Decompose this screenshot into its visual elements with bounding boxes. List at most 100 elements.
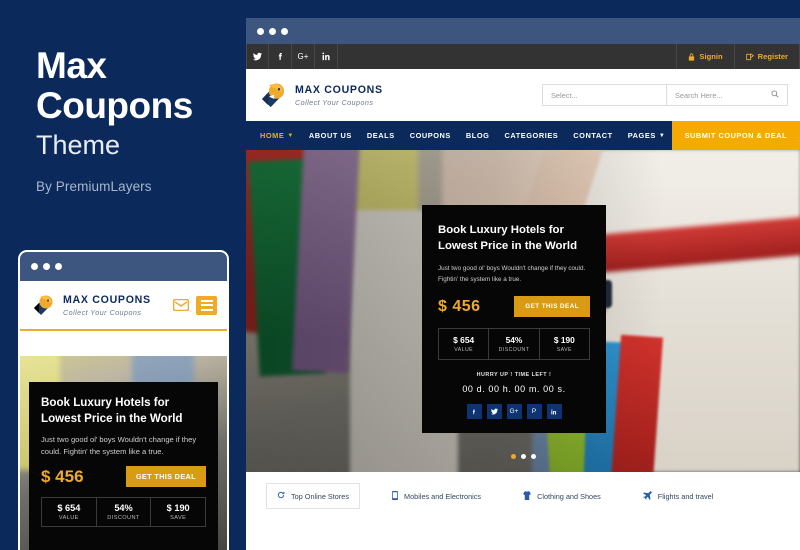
search-input-placeholder: Search Here... xyxy=(675,90,723,100)
facebook-icon[interactable] xyxy=(269,44,292,69)
nav-item-blog[interactable]: BLOG xyxy=(466,131,490,140)
window-dot-close[interactable] xyxy=(257,27,264,35)
nav-item-contact[interactable]: CONTACT xyxy=(573,131,612,140)
nav-item-categories[interactable]: CATEGORIES xyxy=(504,131,558,140)
slider-dot-3[interactable] xyxy=(530,454,536,459)
search-group: Select... Search Here... xyxy=(542,84,788,106)
hero-stat-0-label: VALUE xyxy=(454,347,474,354)
mobile-stat-2-value: $ 190 xyxy=(166,503,190,514)
hero-stat-2-value: $ 190 xyxy=(553,335,575,346)
register-icon xyxy=(745,52,754,60)
mobile-spacer xyxy=(20,331,227,356)
signin-button[interactable]: Signin xyxy=(676,44,733,69)
site-logo-title: MAX COUPONS xyxy=(295,83,383,96)
screenshot-stage: Max Coupons Theme By PremiumLayers MAX C… xyxy=(0,0,800,550)
site-header: MAX COUPONS Collect Your Coupons Select.… xyxy=(246,69,800,121)
chevron-down-icon: ▼ xyxy=(658,132,666,139)
mobile-price-row: $ 456 GET THIS DEAL xyxy=(41,466,206,488)
left-promo-panel: Max Coupons Theme By PremiumLayers MAX C… xyxy=(0,0,246,550)
nav-label-categories: CATEGORIES xyxy=(504,131,559,140)
twitter-icon[interactable] xyxy=(246,44,269,69)
mobile-stat-value: $ 654 VALUE xyxy=(42,498,97,527)
nav-item-home[interactable]: HOME ▼ xyxy=(260,131,294,140)
category-flights-travel[interactable]: Flights and travel xyxy=(633,484,724,509)
google-plus-icon[interactable]: G+ xyxy=(506,404,522,420)
mobile-stats: $ 654 VALUE 54% DISCOUNT $ 190 SAVE xyxy=(41,497,206,528)
hero-price-row: $ 456 GET THIS DEAL xyxy=(438,296,590,318)
brand-block: Max Coupons Theme By PremiumLayers xyxy=(36,46,236,194)
hero-card-description: Just two good ol' boys Wouldn't change i… xyxy=(438,265,586,283)
mobile-card-description: Just two good ol' boys Wouldn't change i… xyxy=(41,435,197,456)
envelope-icon[interactable] xyxy=(172,298,190,312)
mobile-hero-card: Book Luxury Hotels for Lowest Price in t… xyxy=(29,382,218,550)
category-select[interactable]: Select... xyxy=(543,85,667,105)
nav-label-about-us: ABOUT US xyxy=(308,131,352,140)
nav-label-contact: CONTACT xyxy=(573,131,613,140)
nav-label-coupons: COUPONS xyxy=(409,131,451,140)
category-clothing-shoes[interactable]: Clothing and Shoes xyxy=(513,484,611,509)
nav-label-deals: DEALS xyxy=(366,131,395,140)
mobile-titlebar xyxy=(20,252,227,281)
window-dot-minimize[interactable] xyxy=(269,27,276,35)
hero-stat-discount: 54% DISCOUNT xyxy=(489,329,540,360)
hero-slider: Book Luxury Hotels for Lowest Price in t… xyxy=(246,150,800,472)
brand-line-1: Max xyxy=(36,45,107,86)
nav-label-blog: BLOG xyxy=(465,131,490,140)
nav-item-coupons[interactable]: COUPONS xyxy=(410,131,451,140)
hero-stat-0-value: $ 654 xyxy=(453,335,475,346)
linkedin-icon[interactable] xyxy=(315,44,338,69)
slider-dot-2[interactable] xyxy=(520,454,526,459)
countdown-timer: 00 d. 00 h. 00 m. 00 s. xyxy=(462,384,566,395)
nav-item-about-us[interactable]: ABOUT US xyxy=(309,131,352,140)
hero-deal-card: Book Luxury Hotels for Lowest Price in t… xyxy=(422,205,606,434)
slider-dots xyxy=(246,454,800,459)
mobile-stat-0-value: $ 654 xyxy=(57,503,81,514)
mobile-logo-title: MAX COUPONS xyxy=(63,293,151,306)
mobile-stat-1-value: 54% xyxy=(114,503,133,514)
hero-price: $ 456 xyxy=(438,297,481,315)
mobile-stat-save: $ 190 SAVE xyxy=(151,498,205,526)
hero-stat-1-value: 54% xyxy=(505,335,523,346)
mobile-hero-photo: Book Luxury Hotels for Lowest Price in t… xyxy=(20,356,227,550)
category-top-online-stores[interactable]: Top Online Stores xyxy=(266,483,361,509)
category-label-3: Flights and travel xyxy=(657,491,714,501)
nav-item-deals[interactable]: DEALS xyxy=(367,131,395,140)
category-mobiles-electronics[interactable]: Mobiles and Electronics xyxy=(382,484,491,509)
get-this-deal-button[interactable]: GET THIS DEAL xyxy=(514,296,590,318)
register-button[interactable]: Register xyxy=(733,44,800,69)
hero-stat-2-label: SAVE xyxy=(556,347,572,354)
search-input[interactable]: Search Here... xyxy=(667,85,787,105)
search-icon[interactable] xyxy=(771,90,779,100)
window-dot-red[interactable] xyxy=(31,263,38,270)
hero-stats: $ 654 VALUE 54% DISCOUNT $ 190 SAVE xyxy=(438,328,590,361)
window-dot-green[interactable] xyxy=(55,263,62,270)
site-logo[interactable]: MAX COUPONS Collect Your Coupons xyxy=(258,80,383,110)
facebook-icon[interactable] xyxy=(466,404,482,420)
hero-stat-value: $ 654 VALUE xyxy=(439,329,490,360)
window-dot-yellow[interactable] xyxy=(43,263,50,270)
pinterest-icon[interactable]: P xyxy=(526,404,542,420)
mobile-get-deal-button[interactable]: GET THIS DEAL xyxy=(125,466,206,488)
mobile-card-title: Book Luxury Hotels for Lowest Price in t… xyxy=(41,396,183,425)
mobile-logo[interactable]: MAX COUPONS Collect Your Coupons xyxy=(30,292,151,318)
category-label-1: Mobiles and Electronics xyxy=(404,491,482,501)
window-dot-maximize[interactable] xyxy=(281,27,288,35)
twitter-icon[interactable] xyxy=(486,404,502,420)
submit-coupon-deal-button[interactable]: SUBMIT COUPON & DEAL xyxy=(671,121,800,150)
linkedin-icon[interactable] xyxy=(546,404,562,420)
shirt-icon xyxy=(523,490,531,502)
mobile-price: $ 456 xyxy=(41,466,84,486)
site-topbar: G+ Signin Register xyxy=(246,44,800,69)
nav-item-pages[interactable]: PAGES ▼ xyxy=(628,131,666,140)
hero-stat-1-label: DISCOUNT xyxy=(498,347,530,354)
mobile-icon xyxy=(392,490,399,502)
brand-line-3: Theme xyxy=(36,130,121,161)
nav-label-home: HOME xyxy=(260,131,285,140)
hero-card-title: Book Luxury Hotels for Lowest Price in t… xyxy=(438,224,578,253)
category-select-placeholder: Select... xyxy=(551,90,578,100)
hamburger-menu-icon[interactable] xyxy=(196,295,217,315)
main-navigation: HOME ▼ ABOUT US DEALS COUPONS BLOG CATEG… xyxy=(246,121,800,150)
slider-dot-1[interactable] xyxy=(510,454,516,459)
nav-items: HOME ▼ ABOUT US DEALS COUPONS BLOG CATEG… xyxy=(246,121,665,150)
google-plus-icon[interactable]: G+ xyxy=(292,44,315,69)
